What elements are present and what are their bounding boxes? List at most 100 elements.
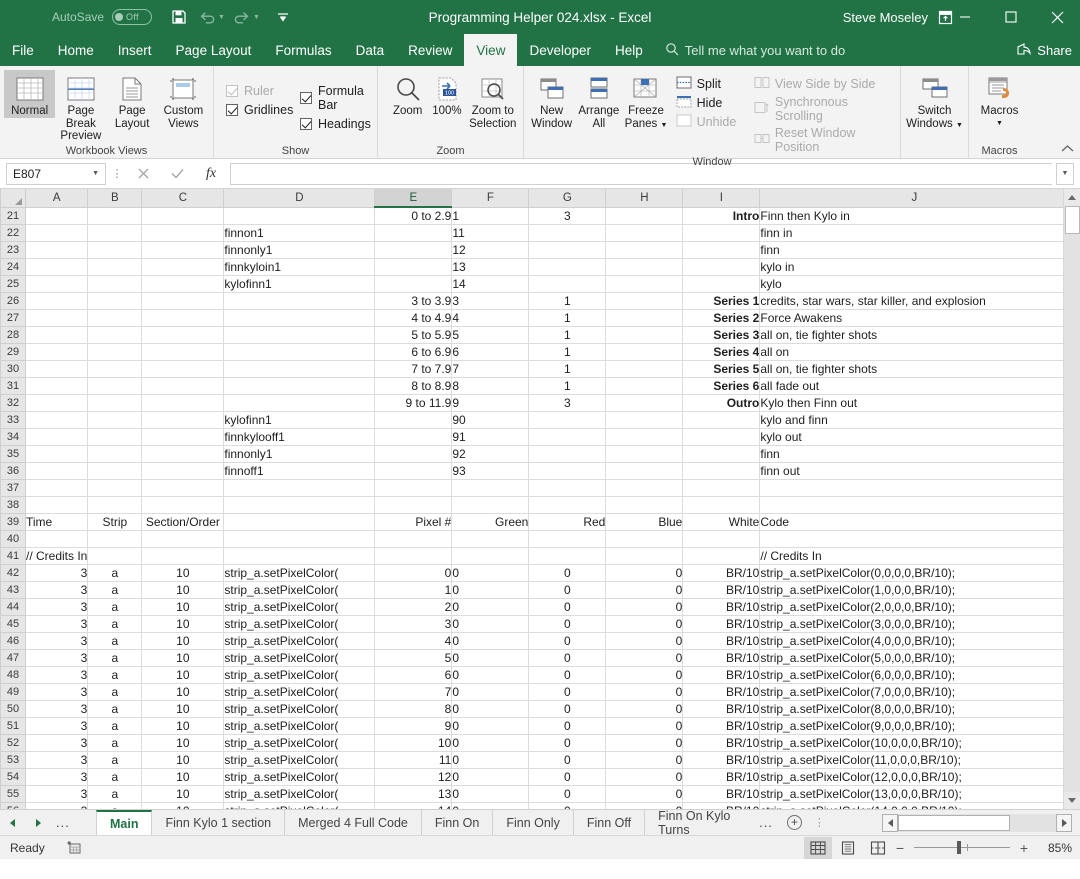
grid-cell[interactable]: 10 [141, 666, 225, 684]
grid-cell[interactable]: Finn then Kylo in [759, 207, 1070, 225]
grid-cell[interactable] [141, 377, 225, 395]
table-row[interactable]: 27 4 to 4.9 4 1 Series 2 Force Awakens [0, 309, 1070, 327]
redo-icon[interactable] [229, 4, 255, 30]
grid-cell[interactable] [528, 445, 607, 463]
grid-cell[interactable]: 10 [141, 564, 225, 582]
grid-cell[interactable]: a [87, 564, 143, 582]
freeze-panes-caret-icon[interactable]: ▼ [660, 122, 667, 129]
grid-cell[interactable] [141, 309, 225, 327]
cancel-icon[interactable] [128, 163, 158, 185]
grid-cell[interactable] [605, 445, 684, 463]
grid-cell[interactable] [223, 343, 376, 361]
row-header[interactable]: 38 [0, 496, 26, 514]
grid-cell[interactable]: finnon1 [223, 224, 376, 242]
grid-cell[interactable]: 6 to 6.9 [374, 343, 453, 361]
grid-cell[interactable] [605, 462, 684, 480]
normal-view-button[interactable]: Normal [4, 70, 56, 118]
grid-cell[interactable]: 12 [451, 241, 530, 259]
custom-views-button[interactable]: Custom Views [158, 70, 209, 130]
grid-cell[interactable]: BR/10 [682, 564, 761, 582]
row-header[interactable]: 45 [0, 615, 26, 633]
row-header[interactable]: 35 [0, 445, 26, 463]
grid-cell[interactable] [87, 394, 143, 412]
grid-cell[interactable] [87, 241, 143, 259]
table-row[interactable]: 37 [0, 479, 1070, 497]
grid-cell[interactable]: BR/10 [682, 581, 761, 599]
grid-cell[interactable] [25, 292, 89, 310]
formula-bar-checkbox-row[interactable]: Formula Bar [300, 84, 371, 112]
vertical-scroll-thumb[interactable] [1064, 206, 1080, 234]
vertical-scrollbar[interactable] [1063, 189, 1080, 809]
grid-cell[interactable] [605, 258, 684, 276]
grid-cell[interactable]: kylofinn1 [223, 275, 376, 293]
row-header[interactable]: 37 [0, 479, 26, 497]
grid-cell[interactable]: strip_a.setPixelColor( [223, 632, 376, 650]
collapse-ribbon-icon[interactable] [1061, 144, 1074, 156]
grid-cell[interactable]: 3 [25, 632, 89, 650]
grid-cell[interactable]: // Credits In [759, 547, 1070, 565]
table-row[interactable]: 24 finnkyloin1 13 kylo in [0, 258, 1070, 276]
grid-cell[interactable] [605, 360, 684, 378]
grid-cell[interactable]: 0 [451, 717, 530, 735]
grid-cell[interactable]: 1 [528, 377, 607, 395]
row-header[interactable]: 53 [0, 751, 26, 769]
grid-cell[interactable]: strip_a.setPixelColor(13,0,0,0,BR/10); [759, 785, 1070, 803]
grid-cell[interactable]: a [87, 768, 143, 786]
grid-cell[interactable]: 10 [141, 785, 225, 803]
page-break-preview-shortcut[interactable] [864, 837, 892, 859]
grid-cell[interactable] [374, 445, 453, 463]
grid-cell[interactable]: 0 [528, 683, 607, 701]
grid-cell[interactable] [682, 258, 761, 276]
grid-cell[interactable]: 10 [141, 751, 225, 769]
zoom-100-button[interactable]: 100 100% [427, 70, 466, 118]
grid-cell[interactable]: Outro [682, 394, 761, 412]
column-header-J[interactable]: J [759, 189, 1070, 208]
grid-cell[interactable]: 0 [451, 615, 530, 633]
grid-cell[interactable]: 0 [528, 751, 607, 769]
grid-cell[interactable]: 3 [25, 751, 89, 769]
grid-cell[interactable]: 1 [374, 581, 453, 599]
grid-cell[interactable]: finnonly1 [223, 445, 376, 463]
close-icon[interactable] [1034, 0, 1080, 34]
grid-cell[interactable] [374, 462, 453, 480]
grid-cell[interactable]: 9 to 11.9 [374, 394, 453, 412]
column-header-F[interactable]: F [451, 189, 530, 208]
grid-cell[interactable] [605, 326, 684, 344]
grid-cell[interactable] [223, 530, 376, 548]
grid-cell[interactable] [605, 428, 684, 446]
column-header-C[interactable]: C [141, 189, 225, 208]
table-row[interactable]: 53 3 a 10 strip_a.setPixelColor(11 0 0 0 BR/10 s… [0, 751, 1070, 769]
table-row[interactable]: 40 [0, 530, 1070, 548]
grid-cell[interactable] [374, 275, 453, 293]
grid-cell[interactable]: 0 [605, 768, 684, 786]
table-row[interactable]: 42 3 a 10 strip_a.setPixelColor(0 0 0 0 BR/10 st… [0, 564, 1070, 582]
grid-cell[interactable]: a [87, 581, 143, 599]
tell-me-search[interactable]: Tell me what you want to do [665, 34, 845, 66]
grid-cell[interactable] [141, 411, 225, 429]
horizontal-scroll-track[interactable] [898, 814, 1056, 832]
grid-cell[interactable] [223, 496, 376, 514]
grid-cell[interactable] [25, 496, 89, 514]
grid-cell[interactable]: BR/10 [682, 615, 761, 633]
grid-cell[interactable]: Kylo then Finn out [759, 394, 1070, 412]
grid-cell[interactable]: finnkylooff1 [223, 428, 376, 446]
grid-cell[interactable] [528, 224, 607, 242]
grid-cell[interactable] [25, 241, 89, 259]
grid-cell[interactable]: 3 [528, 394, 607, 412]
grid-cell[interactable] [141, 462, 225, 480]
row-header[interactable]: 51 [0, 717, 26, 735]
undo-icon[interactable] [194, 4, 220, 30]
grid-cell[interactable]: 0 [605, 649, 684, 667]
grid-cell[interactable]: 11 [374, 751, 453, 769]
ribbon-tab-home[interactable]: Home [46, 34, 106, 66]
grid-cell[interactable] [223, 207, 376, 225]
grid-cell[interactable]: Force Awakens [759, 309, 1070, 327]
grid-cell[interactable]: Pixel # [374, 513, 453, 531]
grid-cell[interactable]: a [87, 734, 143, 752]
vertical-scroll-track[interactable] [1063, 206, 1080, 792]
grid-cell[interactable]: 6 [374, 666, 453, 684]
grid-cell[interactable] [141, 445, 225, 463]
grid-cell[interactable]: all fade out [759, 377, 1070, 395]
grid-cell[interactable]: 10 [141, 768, 225, 786]
grid-cell[interactable] [141, 547, 225, 565]
